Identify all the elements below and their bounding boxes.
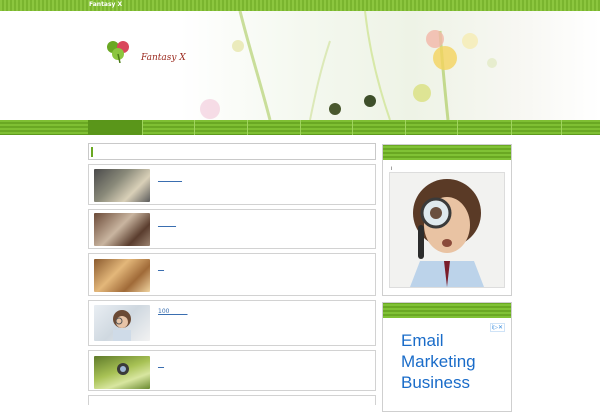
post-card[interactable] bbox=[88, 395, 376, 405]
post-card[interactable]: __ bbox=[88, 350, 376, 391]
adchoices-icon[interactable]: i▷✕ bbox=[490, 323, 505, 332]
post-title[interactable]: ______ bbox=[158, 220, 176, 227]
ad-text-line[interactable]: Marketing bbox=[401, 352, 476, 372]
post-card[interactable]: 100______ bbox=[88, 300, 376, 346]
post-thumbnail[interactable] bbox=[94, 169, 150, 202]
search-input[interactable] bbox=[88, 143, 376, 160]
post-title[interactable]: 100______ bbox=[158, 308, 187, 315]
post-thumbnail[interactable] bbox=[94, 356, 150, 389]
profile-image[interactable] bbox=[389, 172, 505, 288]
logo-text[interactable]: Fantasy X bbox=[141, 53, 186, 63]
nav-item-4[interactable] bbox=[248, 120, 301, 135]
nav-item-9[interactable] bbox=[512, 120, 562, 135]
site-name[interactable]: Fantasy X bbox=[89, 1, 122, 8]
nav-item-7[interactable] bbox=[406, 120, 458, 135]
text-caret bbox=[91, 147, 93, 157]
post-card[interactable]: ______ bbox=[88, 209, 376, 249]
post-title[interactable]: __ bbox=[158, 264, 164, 271]
post-thumbnail[interactable] bbox=[94, 259, 150, 292]
nav-item-2[interactable] bbox=[143, 120, 195, 135]
clover-icon[interactable] bbox=[104, 39, 132, 63]
header-flower-photo bbox=[180, 11, 600, 120]
sidebar-widget-header bbox=[383, 303, 511, 318]
sidebar-profile-widget: i bbox=[382, 144, 512, 296]
top-bar: Fantasy X bbox=[0, 0, 600, 11]
sidebar-ad-widget: i▷✕ Email Marketing Business bbox=[382, 302, 512, 412]
post-title[interactable]: ________ bbox=[158, 175, 182, 182]
post-title[interactable]: __ bbox=[158, 361, 164, 368]
sidebar-widget-header bbox=[383, 145, 511, 160]
post-thumbnail[interactable] bbox=[94, 305, 150, 341]
nav-item-6[interactable] bbox=[353, 120, 406, 135]
header-banner: Fantasy X bbox=[0, 11, 600, 120]
nav-item-1[interactable] bbox=[88, 120, 143, 135]
ad-text-line[interactable]: Email bbox=[401, 331, 444, 351]
post-card[interactable]: ________ bbox=[88, 164, 376, 205]
nav-item-5[interactable] bbox=[301, 120, 353, 135]
post-card[interactable]: __ bbox=[88, 253, 376, 296]
nav-item-3[interactable] bbox=[195, 120, 248, 135]
main-nav bbox=[0, 120, 600, 135]
post-thumbnail[interactable] bbox=[94, 213, 150, 246]
nav-item-8[interactable] bbox=[458, 120, 512, 135]
ad-text-line[interactable]: Business bbox=[401, 373, 470, 393]
